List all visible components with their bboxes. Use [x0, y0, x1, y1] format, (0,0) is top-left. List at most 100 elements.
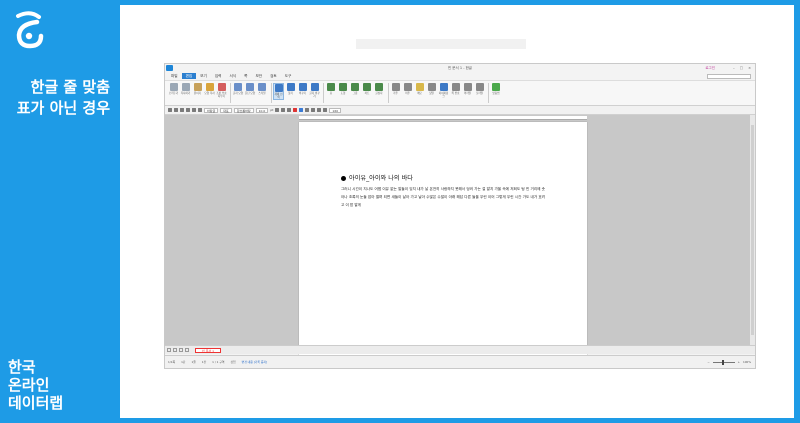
italic-icon[interactable] [281, 108, 286, 112]
menu-item-7[interactable]: 검토 [266, 73, 281, 79]
ribbon-button-5[interactable]: 글자 모양 [233, 83, 244, 95]
ribbon-button-10[interactable]: 바꾸기 [297, 83, 308, 95]
line-spacing-input[interactable]: 160 [329, 107, 342, 113]
ribbon-button-11[interactable]: 글자 바꾸기 [309, 83, 320, 98]
minimize-icon[interactable]: – [733, 66, 735, 70]
title-bar: 빈 문서 1 - 한글 로그인 – □ × [165, 64, 755, 72]
ribbon-button-13[interactable]: 도형 [338, 83, 349, 95]
brand-logo-icon [16, 11, 44, 49]
zoom-slider[interactable] [712, 359, 735, 365]
menu-item-1[interactable]: 편집 [181, 73, 197, 79]
title-line-1: 한글 줄 맞춤 [30, 78, 110, 96]
char-shape-icon [234, 83, 242, 91]
font-color-icon[interactable] [293, 108, 298, 112]
status-mode[interactable]: 삽입 [230, 360, 235, 364]
zoom-in-icon[interactable]: + [738, 360, 740, 364]
ribbon-button-7[interactable]: 스타일 [257, 83, 268, 95]
menu-item-0[interactable]: 파일 [167, 73, 182, 79]
ribbon-separator [387, 83, 388, 103]
menu-item-5[interactable]: 쪽 [240, 73, 251, 79]
new-doc-icon[interactable] [168, 108, 172, 112]
underline-icon[interactable] [287, 108, 292, 112]
ribbon-button-8[interactable]: 개체 선택 [273, 83, 284, 100]
login-button[interactable]: 로그인 [705, 66, 715, 71]
ribbon-label: 메모 [417, 92, 422, 95]
scroll-thumb[interactable] [751, 125, 754, 335]
search-input[interactable] [707, 73, 751, 79]
ribbon-button-19[interactable]: 메모 [414, 83, 425, 95]
select-icon [274, 84, 283, 92]
shape-icon [339, 83, 347, 91]
align-justify-icon[interactable] [299, 108, 304, 112]
line-spacing-icon[interactable] [323, 108, 328, 112]
chart-icon [363, 83, 371, 91]
maximize-icon[interactable]: □ [740, 66, 743, 70]
font-select[interactable]: 함초롬바탕 [233, 107, 254, 113]
font-size-select[interactable]: 10.0 [255, 107, 269, 113]
ribbon-button-14[interactable]: 그림 [350, 83, 361, 95]
align-left-icon[interactable] [305, 108, 310, 112]
menu-item-2[interactable]: 보기 [196, 73, 211, 79]
zoom-level: 100% [743, 360, 751, 364]
tab-next-icon[interactable] [179, 348, 183, 352]
ribbon-button-12[interactable]: 표 [326, 83, 337, 95]
annotation-icon [427, 83, 436, 91]
ribbon-button-3[interactable]: 모양 복사 [204, 83, 215, 95]
menu-item-3[interactable]: 입력 [211, 73, 226, 79]
undo-icon[interactable] [192, 108, 196, 112]
ribbon-button-16[interactable]: 글상자 [374, 83, 385, 95]
ribbon-label: 미주 [405, 92, 410, 95]
ribbon-button-21[interactable]: 하이퍼링크 [438, 83, 449, 98]
ribbon-label: 바꾸기 [298, 92, 307, 95]
ribbon-button-25[interactable]: 맞춤법 [491, 83, 502, 95]
status-track-changes[interactable]: 변경 내용 [기록 중지] [242, 360, 267, 364]
ribbon-label: 문단 모양 [244, 92, 256, 95]
document-page[interactable]: 아이유_아이와 나의 바다 그러니 시간이 지나도 어쩜 이유 없는 알들이 잊… [299, 122, 587, 362]
menu-item-6[interactable]: 보안 [251, 73, 266, 79]
bold-icon[interactable] [275, 108, 280, 112]
align-center-icon[interactable] [311, 108, 316, 112]
ribbon-button-22[interactable]: 쪽 번호 [450, 83, 461, 95]
print-icon[interactable] [186, 108, 190, 112]
ribbon-button-20[interactable]: 덧말 [426, 83, 437, 95]
ribbon-button-23[interactable]: 머리말 [462, 83, 473, 95]
language-select[interactable]: 대표 [220, 107, 232, 113]
picture-icon [351, 83, 359, 91]
vertical-scrollbar[interactable] [750, 115, 755, 345]
zoom-out-icon[interactable]: − [707, 360, 709, 364]
ribbon-button-24[interactable]: 꼬리말 [474, 83, 485, 95]
tab-document-1[interactable]: 빈 문서 1 [195, 347, 222, 353]
ribbon-label: 각주 [393, 92, 398, 95]
tab-first-icon[interactable] [167, 348, 171, 352]
scissors-icon [169, 83, 178, 91]
ribbon-button-2[interactable]: 붙이기 [192, 83, 203, 95]
ribbon-button-18[interactable]: 미주 [402, 83, 413, 95]
style-select[interactable]: 바탕글 [204, 107, 219, 113]
ribbon-label: 하이퍼링크 [438, 92, 449, 98]
tab-last-icon[interactable] [185, 348, 189, 352]
ribbon-button-1[interactable]: 복사하기 [180, 83, 191, 95]
ribbon-label: 스타일 [258, 92, 266, 95]
zoom-knob[interactable] [721, 359, 724, 365]
ribbon-button-4[interactable]: 조판 부호 지우기 [216, 83, 227, 98]
ribbon-button-9[interactable]: 찾기 [285, 83, 296, 95]
align-right-icon[interactable] [317, 108, 322, 112]
ribbon-button-17[interactable]: 각주 [390, 83, 401, 95]
menu-item-8[interactable]: 도구 [281, 73, 296, 79]
menu-item-4[interactable]: 서식 [226, 73, 241, 79]
ribbon-label: 글자 바꾸기 [309, 92, 320, 98]
horizontal-ruler[interactable] [299, 116, 587, 120]
redo-icon[interactable] [198, 108, 202, 112]
ribbon-label: 그림 [352, 92, 358, 95]
save-icon[interactable] [180, 108, 184, 112]
doc-heading: 아이유_아이와 나의 바다 [341, 173, 413, 182]
close-icon[interactable]: × [748, 66, 751, 70]
open-icon[interactable] [174, 108, 178, 112]
ribbon-button-15[interactable]: 차트 [362, 83, 373, 95]
org-line-2: 온라인 [8, 376, 50, 394]
ribbon-button-0[interactable]: 오려두기 [168, 83, 179, 95]
page-title: 한글 줄 맞춤 표가 아닌 경우 [0, 77, 110, 119]
ribbon-button-6[interactable]: 문단 모양 [245, 83, 256, 95]
ribbon-label: 맞춤법 [492, 92, 500, 95]
tab-prev-icon[interactable] [173, 348, 177, 352]
